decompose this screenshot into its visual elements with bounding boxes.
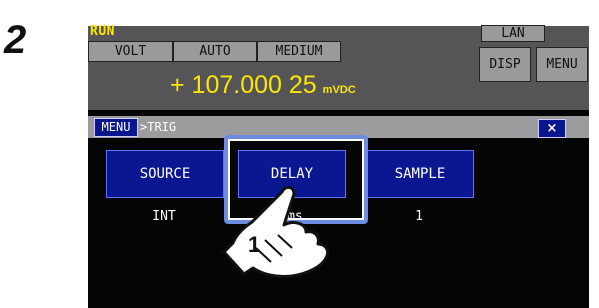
menu-bar: MENU >TRIG × xyxy=(88,116,589,138)
source-button[interactable]: SOURCE xyxy=(106,150,224,198)
source-value: INT xyxy=(152,209,176,224)
close-button[interactable]: × xyxy=(538,119,566,138)
function-button[interactable]: VOLT xyxy=(88,41,173,62)
tap-hand-icon: 1 xyxy=(222,185,330,278)
lan-indicator: LAN xyxy=(481,25,545,42)
tap-step-label: 1 xyxy=(248,232,260,257)
menu-tag[interactable]: MENU xyxy=(94,118,138,137)
step-number: 2 xyxy=(4,18,27,62)
menu-button[interactable]: MENU xyxy=(536,47,588,82)
sample-value: 1 xyxy=(415,209,423,224)
run-indicator: RUN xyxy=(90,24,115,39)
reading-value: + 107.000 25 xyxy=(170,71,317,99)
sample-button[interactable]: SAMPLE xyxy=(366,150,474,198)
speed-button[interactable]: MEDIUM xyxy=(257,41,341,62)
reading-unit: mVDC xyxy=(322,84,356,96)
measurement-reading: + 107.000 25 mVDC xyxy=(170,71,356,100)
status-area: RUN VOLT AUTO MEDIUM LAN DISP MENU + 107… xyxy=(88,24,589,110)
disp-button[interactable]: DISP xyxy=(479,47,531,82)
menu-path: >TRIG xyxy=(140,120,177,134)
range-button[interactable]: AUTO xyxy=(173,41,257,62)
